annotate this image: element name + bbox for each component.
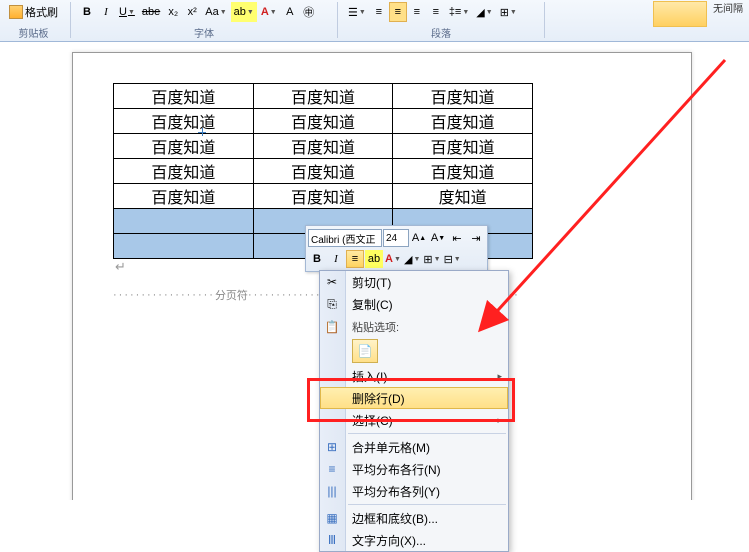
enclose-button[interactable]: ㊥ xyxy=(300,2,318,22)
ctx-cut[interactable]: ✂ 剪切(T) xyxy=(320,271,508,293)
dist-rows-icon: ≡ xyxy=(324,461,340,477)
bold-button[interactable]: B xyxy=(78,2,96,22)
separator xyxy=(544,2,545,38)
mini-shrink-font[interactable]: A▼ xyxy=(429,229,447,247)
mini-indent-inc[interactable]: ⇥ xyxy=(467,229,485,247)
mini-font-size[interactable] xyxy=(383,229,409,247)
ctx-borders[interactable]: ▦ 边框和底纹(B)... xyxy=(320,507,508,529)
mini-bold[interactable]: B xyxy=(308,250,326,268)
text-dir-icon: Ⅲ xyxy=(324,532,340,548)
table-row: 百度知道百度知道百度知道 xyxy=(114,159,533,184)
context-menu: ✂ 剪切(T) ⎘ 复制(C) 📋 粘贴选项: 📄 插入(I)▸ 删除行(D) … xyxy=(319,270,509,552)
font-group: B I U▼ abe x₂ x² Aa▼ ab▼ A▼ A ㊥ 字体 xyxy=(74,0,334,41)
ctx-copy[interactable]: ⎘ 复制(C) xyxy=(320,293,508,315)
table-row: 百度知道百度知道百度知道 xyxy=(114,84,533,109)
ribbon: 格式刷 剪贴板 B I U▼ abe x₂ x² Aa▼ ab▼ A▼ A ㊥ … xyxy=(0,0,749,42)
ctx-select[interactable]: 选择(C)▸ xyxy=(320,409,508,431)
ctx-paste-header: 📋 粘贴选项: xyxy=(320,315,508,337)
dist-cols-icon: ||| xyxy=(324,483,340,499)
ctx-merge-cells[interactable]: ⊞ 合并单元格(M) xyxy=(320,436,508,458)
bullets-button[interactable]: ☰▼ xyxy=(345,2,369,22)
subscript-button[interactable]: x₂ xyxy=(164,2,182,22)
paragraph-group-label: 段落 xyxy=(345,24,537,41)
shading-button[interactable]: ◢▼ xyxy=(473,2,495,22)
paragraph-group: ☰▼ ≡ ≡ ≡ ≡ ‡≡▼ ◢▼ ⊞▼ 段落 xyxy=(341,0,541,41)
ctx-distribute-rows[interactable]: ≡ 平均分布各行(N) xyxy=(320,458,508,480)
borders-button[interactable]: ⊞▼ xyxy=(497,2,520,22)
case-button[interactable]: Aa▼ xyxy=(202,2,229,22)
mini-font-color[interactable]: A▼ xyxy=(384,250,402,268)
paste-icon: 📄 xyxy=(358,344,373,358)
ctx-paste-option[interactable]: 📄 xyxy=(352,339,378,363)
table-row: 百度知道百度知道百度知道 xyxy=(114,109,533,134)
align-left-button[interactable]: ≡ xyxy=(370,2,388,22)
copy-icon: ⎘ xyxy=(324,296,340,312)
ctx-distribute-cols[interactable]: ||| 平均分布各列(Y) xyxy=(320,480,508,502)
table-anchor-icon xyxy=(198,128,208,138)
style-normal[interactable] xyxy=(653,1,707,27)
clipboard-group-label: 剪贴板 xyxy=(4,24,63,41)
strike-button[interactable]: abe xyxy=(139,2,163,22)
ctx-insert[interactable]: 插入(I)▸ xyxy=(320,365,508,387)
styles-group: 无间隔 xyxy=(653,0,745,27)
line-spacing-button[interactable]: ‡≡▼ xyxy=(446,2,472,22)
borders-icon: ▦ xyxy=(324,510,340,526)
mini-highlight[interactable]: ab xyxy=(365,250,383,268)
table-row: 百度知道百度知道度知道 xyxy=(114,184,533,209)
mini-italic[interactable]: I xyxy=(327,250,345,268)
mini-format-painter[interactable]: ◢▼ xyxy=(403,250,421,268)
mini-delete[interactable]: ⊟▼ xyxy=(443,250,462,268)
highlight-button[interactable]: ab▼ xyxy=(231,2,257,22)
mini-insert[interactable]: ⊞▼ xyxy=(422,250,441,268)
ctx-text-direction[interactable]: Ⅲ 文字方向(X)... xyxy=(320,529,508,551)
mini-toolbar: A▲ A▼ ⇤ ⇥ B I ≡ ab A▼ ◢▼ ⊞▼ ⊟▼ xyxy=(305,225,488,272)
format-painter-button[interactable]: 格式刷 xyxy=(4,2,63,22)
format-painter-label: 格式刷 xyxy=(25,4,58,20)
underline-button[interactable]: U▼ xyxy=(116,2,138,22)
clipboard-icon: 📋 xyxy=(324,319,340,335)
style-label: 无间隔 xyxy=(711,0,745,15)
clipboard-group: 格式刷 剪贴板 xyxy=(0,0,67,41)
mini-center[interactable]: ≡ xyxy=(346,250,364,268)
ctx-delete-row[interactable]: 删除行(D) xyxy=(320,387,508,409)
paragraph-mark-icon: ↵ xyxy=(115,259,126,274)
separator xyxy=(337,2,338,38)
merge-icon: ⊞ xyxy=(324,439,340,455)
italic-button[interactable]: I xyxy=(97,2,115,22)
page-break-label: 分页符 xyxy=(215,287,248,303)
paintbrush-icon xyxy=(9,5,23,19)
table-row: 百度知道百度知道百度知道 xyxy=(114,134,533,159)
mini-grow-font[interactable]: A▲ xyxy=(410,229,428,247)
justify-button[interactable]: ≡ xyxy=(427,2,445,22)
char-shading-button[interactable]: A xyxy=(281,2,299,22)
font-group-label: 字体 xyxy=(78,24,330,41)
font-color-button[interactable]: A▼ xyxy=(258,2,280,22)
mini-indent-dec[interactable]: ⇤ xyxy=(448,229,466,247)
scissors-icon: ✂ xyxy=(324,274,340,290)
align-right-button[interactable]: ≡ xyxy=(408,2,426,22)
mini-font-name[interactable] xyxy=(308,229,382,247)
align-center-button[interactable]: ≡ xyxy=(389,2,407,22)
separator xyxy=(70,2,71,38)
superscript-button[interactable]: x² xyxy=(183,2,201,22)
